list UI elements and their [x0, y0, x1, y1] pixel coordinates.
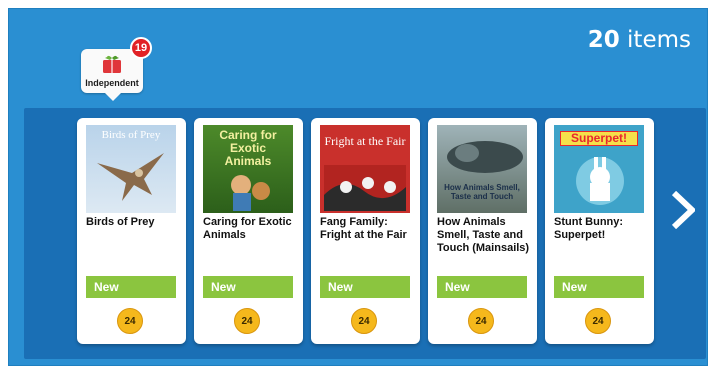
- new-badge: New: [203, 276, 293, 298]
- items-count: 20 items: [588, 27, 691, 53]
- ride-illustration: [324, 165, 406, 211]
- items-count-label: items: [627, 27, 691, 53]
- book-cover[interactable]: Birds of Prey: [86, 125, 176, 213]
- book-card[interactable]: Superpet! Stunt Bunny: Superpet! New 24: [545, 118, 654, 344]
- independent-shelf-badge[interactable]: Independent 19: [81, 37, 152, 103]
- level-badge: 24: [351, 308, 377, 334]
- animal-illustration: [231, 175, 270, 211]
- bird-illustration: [97, 153, 164, 201]
- independent-count-badge: 19: [130, 37, 152, 59]
- book-title: Caring for Exotic Animals: [203, 216, 292, 241]
- chevron-right-icon[interactable]: [671, 191, 695, 229]
- independent-label: Independent: [85, 78, 139, 88]
- lizard-illustration: [447, 141, 523, 173]
- new-badge: New: [86, 276, 176, 298]
- book-cover[interactable]: How Animals Smell, Taste and Touch: [437, 125, 527, 213]
- book-card[interactable]: Birds of Prey Birds of Prey New 24: [77, 118, 186, 344]
- book-cover[interactable]: Fright at the Fair: [320, 125, 410, 213]
- level-badge: 24: [585, 308, 611, 334]
- level-badge: 24: [234, 308, 260, 334]
- library-panel: 20 items Independent 19 Birds of Prey Bi…: [8, 8, 708, 366]
- book-card[interactable]: Fright at the Fair Fang Family: Fright a…: [311, 118, 420, 344]
- book-card[interactable]: How Animals Smell, Taste and Touch How A…: [428, 118, 537, 344]
- new-badge: New: [320, 276, 410, 298]
- level-badge: 24: [117, 308, 143, 334]
- book-cover[interactable]: Caring for Exotic Animals: [203, 125, 293, 213]
- cover-title: Superpet!: [560, 131, 638, 146]
- book-shelf: Birds of Prey Birds of Prey New 24 Carin…: [24, 108, 706, 359]
- cover-title: Fright at the Fair: [324, 134, 406, 148]
- book-title: Stunt Bunny: Superpet!: [554, 216, 624, 241]
- level-badge: 24: [468, 308, 494, 334]
- cover-title: Caring for Exotic Animals: [219, 128, 277, 168]
- book-title: Fang Family: Fright at the Fair: [320, 216, 407, 241]
- book-cover[interactable]: Superpet!: [554, 125, 644, 213]
- book-title: How Animals Smell, Taste and Touch (Main…: [437, 216, 530, 254]
- bunny-illustration: [576, 157, 624, 205]
- new-badge: New: [437, 276, 527, 298]
- cover-title: Birds of Prey: [101, 129, 161, 141]
- book-icon: [103, 55, 121, 73]
- items-count-number: 20: [587, 27, 620, 53]
- cover-title: How Animals Smell, Taste and Touch: [444, 183, 520, 201]
- book-card[interactable]: Caring for Exotic Animals Caring for Exo…: [194, 118, 303, 344]
- book-title: Birds of Prey: [86, 216, 155, 228]
- new-badge: New: [554, 276, 644, 298]
